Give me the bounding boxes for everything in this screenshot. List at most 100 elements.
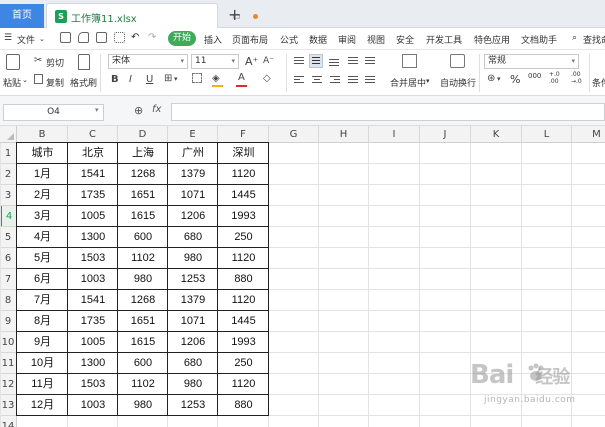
table-cell[interactable]: 1102 [118, 248, 168, 269]
table-cell[interactable]: 1735 [68, 311, 118, 332]
table-cell[interactable]: 5月 [17, 248, 68, 269]
table-cell[interactable]: 1445 [218, 185, 269, 206]
table-cell[interactable]: 1300 [68, 353, 118, 374]
table-cell[interactable]: 4月 [17, 227, 68, 248]
paste-dropdown-icon[interactable]: ⌄ [22, 76, 28, 84]
table-cell[interactable]: 10月 [17, 353, 68, 374]
table-cell[interactable]: 250 [218, 227, 269, 248]
search-icon[interactable]: ⌕ [572, 33, 577, 43]
table-cell[interactable]: 1005 [68, 332, 118, 353]
table-cell[interactable]: 1615 [118, 206, 168, 227]
percent-button[interactable]: % [510, 73, 520, 86]
currency-icon[interactable]: ⊛ [487, 73, 495, 84]
align-center-icon[interactable] [312, 76, 322, 84]
table-cell[interactable]: 980 [168, 374, 218, 395]
table-cell[interactable]: 1651 [118, 311, 168, 332]
copy-icon[interactable] [34, 74, 43, 84]
justify-icon[interactable] [348, 76, 358, 84]
thousands-button[interactable]: 000 [528, 72, 541, 80]
column-header-b[interactable]: B [17, 126, 68, 143]
row-header-1[interactable]: 1 [0, 143, 17, 164]
table-cell[interactable]: 1071 [168, 311, 218, 332]
tab-start[interactable]: 开始 [168, 31, 196, 46]
table-cell[interactable]: 1102 [118, 374, 168, 395]
table-header-cell[interactable]: 城市 [17, 143, 68, 164]
table-cell[interactable]: 1503 [68, 374, 118, 395]
table-cell[interactable]: 980 [168, 248, 218, 269]
redo-icon[interactable]: ↷ [148, 32, 156, 43]
export-pdf-icon[interactable] [78, 32, 89, 43]
underline-icon[interactable]: U [146, 74, 153, 85]
table-cell[interactable]: 1003 [68, 395, 118, 416]
tab-formulas[interactable]: 公式 [280, 33, 298, 46]
tab-view[interactable]: 视图 [367, 33, 385, 46]
column-header-c[interactable]: C [68, 126, 118, 143]
menu-file[interactable]: 文件 [17, 33, 35, 46]
column-header-i[interactable]: I [369, 126, 420, 143]
table-cell[interactable]: 9月 [17, 332, 68, 353]
align-middle-icon[interactable] [309, 54, 323, 68]
table-cell[interactable]: 1541 [68, 164, 118, 185]
table-cell[interactable]: 1993 [218, 206, 269, 227]
table-cell[interactable]: 600 [118, 353, 168, 374]
chevron-down-icon[interactable]: ⌄ [39, 35, 45, 43]
table-cell[interactable]: 1071 [168, 185, 218, 206]
font-size-select[interactable]: 11 ▾ [191, 54, 239, 69]
border-icon[interactable]: ⊞ [164, 73, 172, 84]
tab-review[interactable]: 审阅 [338, 33, 356, 46]
table-cell[interactable]: 1月 [17, 164, 68, 185]
clear-format-icon[interactable]: ◇ [263, 73, 271, 84]
table-cell[interactable]: 980 [118, 269, 168, 290]
table-cell[interactable]: 1379 [168, 290, 218, 311]
row-header-2[interactable]: 2 [0, 164, 17, 185]
tab-home[interactable]: 首页 [0, 4, 44, 28]
wrap-text-icon[interactable] [450, 54, 465, 68]
table-cell[interactable]: 1253 [168, 269, 218, 290]
align-left-icon[interactable] [294, 76, 304, 84]
cut-icon[interactable]: ✂ [34, 55, 42, 66]
align-right-icon[interactable] [330, 76, 340, 84]
number-format-select[interactable]: 常规 ▾ [484, 54, 579, 69]
table-cell[interactable]: 880 [218, 395, 269, 416]
column-header-j[interactable]: J [420, 126, 471, 143]
table-cell[interactable]: 1541 [68, 290, 118, 311]
table-cell[interactable]: 980 [118, 395, 168, 416]
format-painter-button[interactable]: 格式刷 [70, 76, 97, 89]
conditional-format-button[interactable]: 条件 [592, 76, 605, 89]
table-header-cell[interactable]: 广州 [168, 143, 218, 164]
row-header-8[interactable]: 8 [0, 290, 17, 311]
print-icon[interactable] [96, 32, 107, 43]
format-painter-icon[interactable] [78, 54, 90, 70]
table-header-cell[interactable]: 上海 [118, 143, 168, 164]
indent-increase-icon[interactable] [365, 57, 375, 65]
column-header-d[interactable]: D [118, 126, 168, 143]
cut-button[interactable]: 剪切 [46, 56, 64, 69]
chevron-down-icon[interactable]: ▾ [426, 77, 430, 85]
table-cell[interactable]: 1379 [168, 164, 218, 185]
column-header-e[interactable]: E [168, 126, 218, 143]
table-cell[interactable]: 1503 [68, 248, 118, 269]
table-cell[interactable]: 3月 [17, 206, 68, 227]
table-cell[interactable]: 1120 [218, 374, 269, 395]
table-header-cell[interactable]: 北京 [68, 143, 118, 164]
undo-icon[interactable]: ↶ [131, 32, 139, 43]
table-cell[interactable]: 1651 [118, 185, 168, 206]
table-cell[interactable]: 7月 [17, 290, 68, 311]
chevron-down-icon[interactable]: ▾ [95, 106, 99, 114]
paste-button[interactable]: 粘贴 [3, 76, 21, 89]
table-cell[interactable]: 11月 [17, 374, 68, 395]
row-header-14[interactable]: 14 [0, 416, 17, 427]
table-cell[interactable]: 1993 [218, 332, 269, 353]
row-header-10[interactable]: 10 [0, 332, 17, 353]
tab-security[interactable]: 安全 [396, 33, 414, 46]
table-cell[interactable]: 6月 [17, 269, 68, 290]
increase-font-icon[interactable]: A⁺ [245, 55, 258, 68]
table-cell[interactable]: 1005 [68, 206, 118, 227]
name-box[interactable]: O4 [3, 104, 104, 121]
decrease-decimal-button[interactable]: .00 →.0 [571, 71, 591, 85]
table-cell[interactable]: 1268 [118, 164, 168, 185]
zoom-icon[interactable]: ⊕ [134, 104, 143, 117]
table-cell[interactable]: 8月 [17, 311, 68, 332]
column-header-m[interactable]: M [572, 126, 605, 143]
column-header-f[interactable]: F [218, 126, 269, 143]
